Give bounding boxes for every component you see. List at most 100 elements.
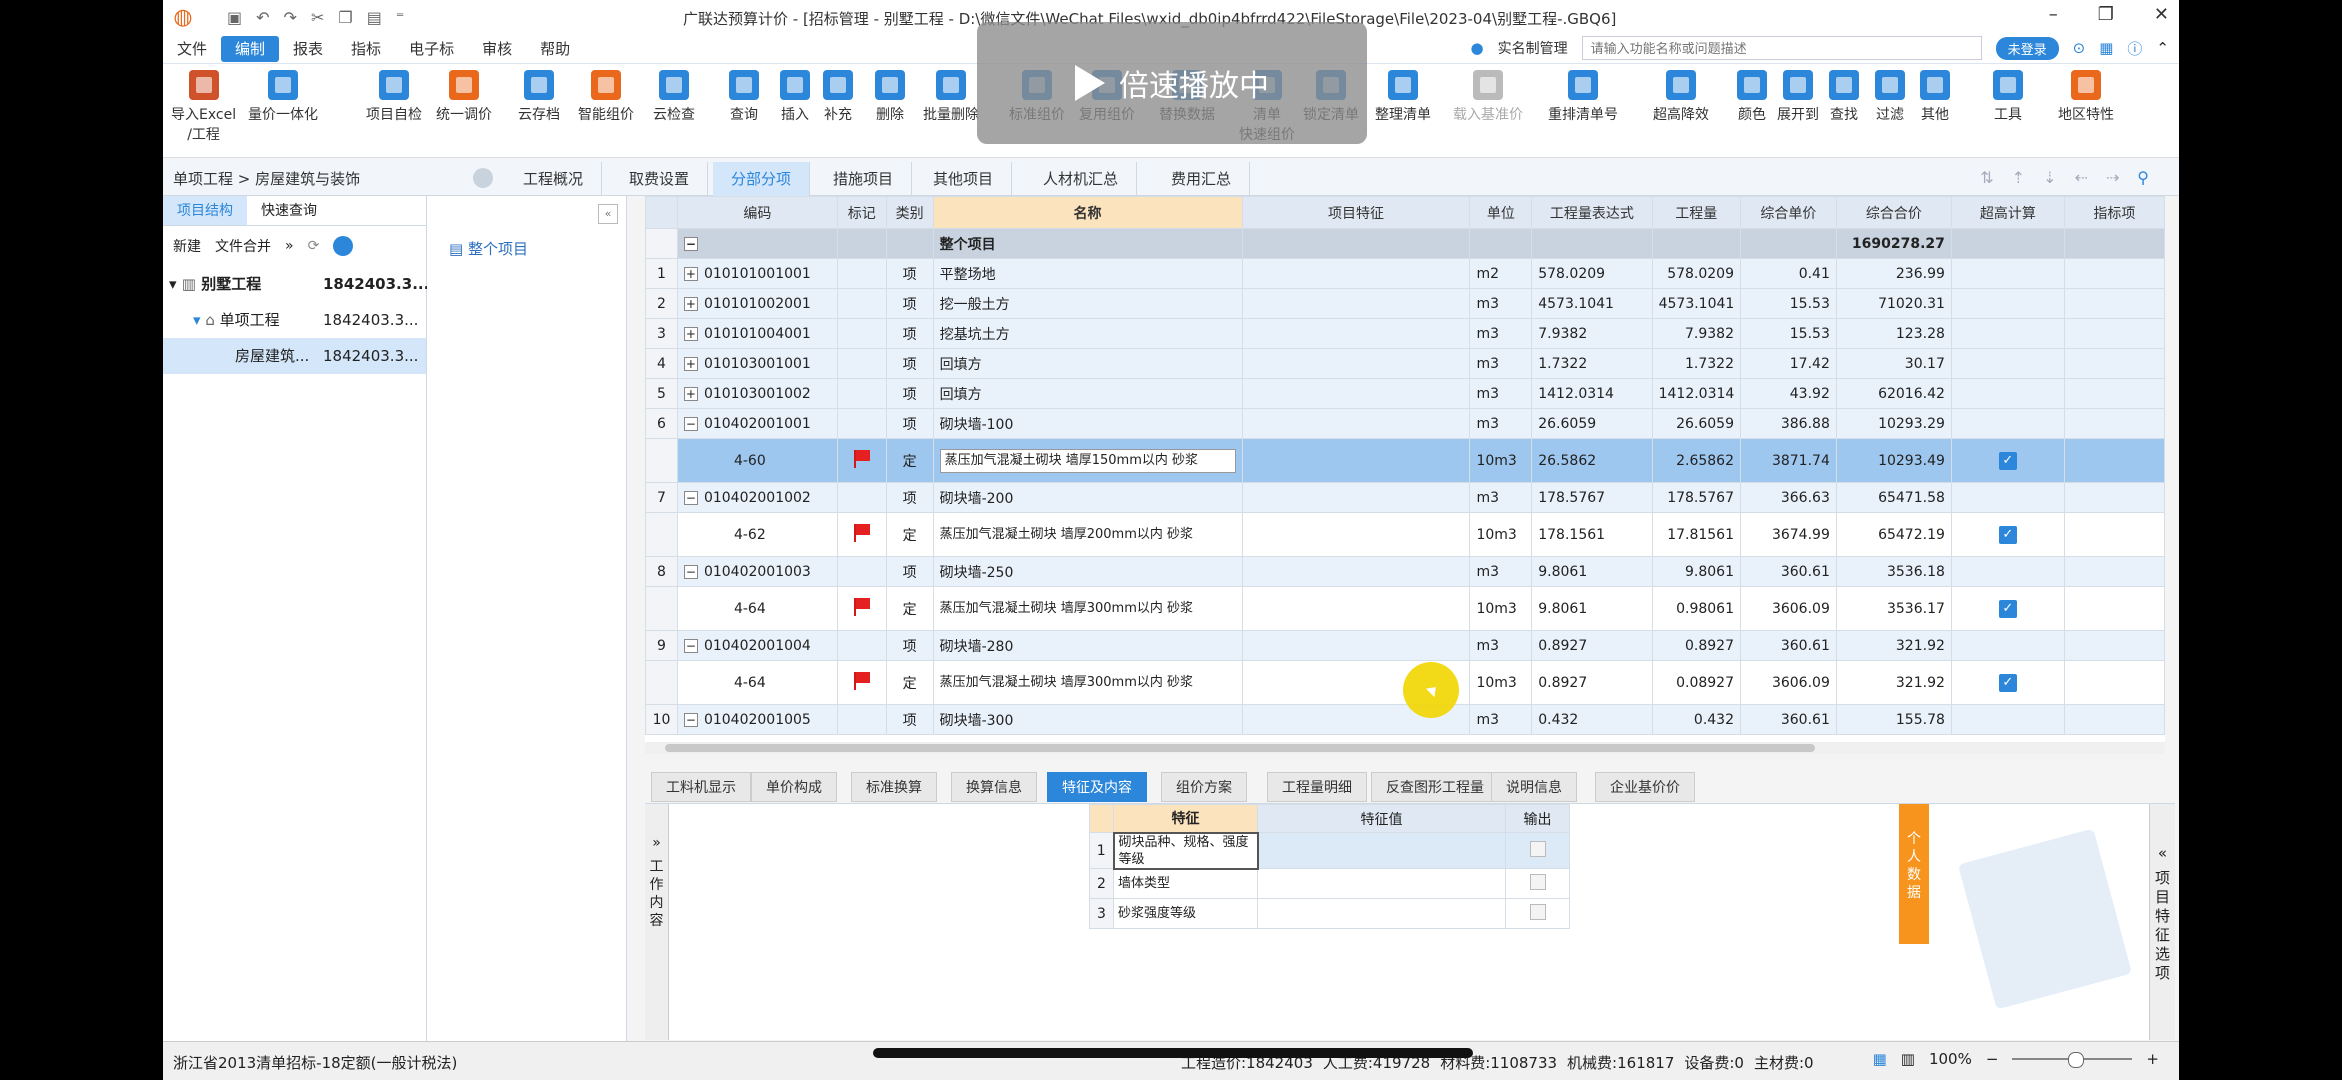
move-up-icon[interactable]: ⇡ [2012, 168, 2025, 187]
refresh-icon[interactable]: ⟳ [308, 238, 320, 254]
ribbon-button-8[interactable]: 插入 [780, 70, 810, 124]
ribbon-button-2[interactable]: 项目自检 [366, 70, 422, 124]
output-checkbox[interactable] [1529, 903, 1546, 920]
bottom-tab-7[interactable]: 反查图形工程量 [1371, 772, 1499, 802]
ribbon-button-19[interactable]: 重排清单号 [1548, 70, 1618, 124]
ribbon-button-9[interactable]: 补充 [823, 70, 853, 124]
red-flag-icon[interactable] [852, 597, 872, 616]
menu-item-3[interactable]: 指标 [337, 36, 395, 62]
red-flag-icon[interactable] [852, 523, 872, 542]
table-row-whole[interactable]: − 整个项目 1690278.27 [645, 228, 2165, 259]
collapse-icon[interactable]: − [683, 638, 698, 653]
collapse-icon[interactable]: − [683, 564, 698, 579]
page-tab-3[interactable]: 措施项目 [815, 162, 913, 196]
tree-node-single[interactable]: ▾ ⌂ 单项工程 1842403.3... [163, 302, 426, 338]
bottom-tab-1[interactable]: 单价构成 [751, 772, 837, 802]
zoom-in-icon[interactable]: + [2146, 1050, 2159, 1068]
cut-icon[interactable]: ✂ [311, 8, 324, 27]
collapse-icon[interactable]: − [683, 236, 698, 251]
login-button[interactable]: 未登录 [1995, 36, 2059, 60]
move-right-icon[interactable]: ⇢ [2106, 168, 2119, 187]
expand-icon[interactable]: + [683, 266, 698, 281]
feature-row[interactable]: 2 墙体类型 [1089, 868, 1570, 899]
personal-data-tab[interactable]: 个人数据 [1899, 804, 1929, 944]
column-header-11[interactable]: 指标项 [2063, 196, 2165, 229]
menu-item-2[interactable]: 报表 [279, 36, 337, 62]
column-header-5[interactable]: 单位 [1469, 196, 1533, 229]
info-icon[interactable]: ⓘ [2127, 38, 2142, 59]
output-checkbox[interactable] [1529, 873, 1546, 890]
tree-node-project[interactable]: ▾ ▥ 别墅工程 1842403.3... [163, 266, 429, 302]
bottom-tab-4[interactable]: 特征及内容 [1047, 772, 1147, 802]
super-high-checkbox[interactable]: ✓ [1998, 599, 2017, 618]
left-tab-0[interactable]: 项目结构 [163, 196, 247, 225]
undo-icon[interactable]: ↶ [256, 8, 269, 27]
menu-item-1[interactable]: 编制 [221, 35, 280, 62]
ribbon-button-0[interactable]: 导入Excel/工程 [171, 70, 236, 144]
collapse-icon[interactable]: « [2150, 844, 2175, 863]
ribbon-button-22[interactable]: 展开到 [1777, 70, 1819, 124]
column-header-0[interactable]: 编码 [676, 196, 838, 229]
ribbon-button-3[interactable]: 统一调价 [436, 70, 492, 124]
move-left-icon[interactable]: ⇠ [2074, 168, 2087, 187]
collapse-panel-icon[interactable]: « [598, 204, 618, 224]
page-tab-4[interactable]: 其他项目 [915, 162, 1013, 196]
table-row[interactable]: 1 +010101001001 项平整场地 m2 578.0209 578.0209 0.4… [645, 258, 2165, 289]
paste-icon[interactable]: ▤ [367, 8, 382, 27]
restore-icon[interactable]: ❐ [2098, 4, 2114, 25]
search-input[interactable] [1581, 36, 1982, 60]
scroll-thumb[interactable] [665, 744, 1815, 752]
more-button[interactable]: » [285, 238, 294, 254]
ribbon-button-1[interactable]: 量价一体化 [248, 70, 318, 124]
expand-icon[interactable]: + [683, 356, 698, 371]
page-tab-6[interactable]: 费用汇总 [1153, 162, 1251, 196]
table-row[interactable]: 6−010402001001 项砌块墙-100 m3 26.6059 26.6059 38… [645, 408, 2165, 439]
new-button[interactable]: 新建 [173, 236, 201, 256]
work-content-label[interactable]: » 工作内容 [645, 804, 669, 1040]
table-row[interactable]: 8−010402001003 项砌块墙-250 m3 9.8061 9.8061 360.… [645, 556, 2165, 587]
sort-icon[interactable]: ⇅ [1980, 168, 1993, 187]
menu-item-6[interactable]: 帮助 [526, 36, 584, 62]
grid-mode-icon[interactable]: ▥ [1901, 1050, 1915, 1068]
collapse-icon[interactable]: − [683, 712, 698, 727]
zoom-slider[interactable] [2012, 1052, 2133, 1068]
ribbon-button-18[interactable]: 载入基准价 [1453, 70, 1523, 124]
column-header-3[interactable]: 名称 [932, 196, 1243, 229]
expand-icon[interactable]: + [683, 386, 698, 401]
ribbon-button-27[interactable]: 地区特性 [2058, 70, 2114, 124]
ribbon-button-26[interactable]: 工具 [1993, 70, 2023, 124]
horizontal-scrollbar[interactable] [645, 742, 2165, 754]
minimize-icon[interactable]: – [2049, 4, 2058, 25]
bottom-tab-0[interactable]: 工料机显示 [651, 772, 751, 802]
column-header-6[interactable]: 工程量表达式 [1531, 196, 1653, 229]
save-icon[interactable]: ▣ [227, 8, 242, 27]
view-mode-icon[interactable]: ▦ [1873, 1050, 1887, 1068]
column-header-2[interactable]: 类别 [885, 196, 934, 229]
realname-link[interactable]: 实名制管理 [1498, 38, 1568, 58]
video-progress-bar[interactable] [873, 1048, 1473, 1058]
ribbon-button-21[interactable]: 颜色 [1737, 70, 1767, 124]
bottom-tab-8[interactable]: 说明信息 [1491, 772, 1577, 802]
add-circle-icon[interactable] [333, 236, 354, 256]
ribbon-button-5[interactable]: 智能组价 [578, 70, 634, 124]
breadcrumb[interactable]: 单项工程 > 房屋建筑与装饰 [173, 168, 360, 189]
feature-row[interactable]: 3 砂浆强度等级 [1089, 898, 1570, 929]
column-header-9[interactable]: 综合合价 [1835, 196, 1952, 229]
ribbon-button-23[interactable]: 查找 [1829, 70, 1859, 124]
expand-icon[interactable]: + [683, 326, 698, 341]
table-row[interactable]: 7−010402001002 项砌块墙-200 m3 178.5767 178.5767… [645, 482, 2165, 513]
column-header-4[interactable]: 项目特征 [1241, 196, 1471, 229]
ribbon-button-25[interactable]: 其他 [1920, 70, 1950, 124]
bottom-tab-3[interactable]: 换算信息 [951, 772, 1037, 802]
zoom-out-icon[interactable]: − [1986, 1050, 1999, 1068]
feature-row[interactable]: 1 砌块品种、规格、强度等级 [1089, 831, 1570, 870]
ribbon-button-4[interactable]: 云存档 [518, 70, 560, 124]
feature-options-tab[interactable]: « 项目特征选项 [2149, 804, 2175, 1040]
bottom-tab-6[interactable]: 工程量明细 [1267, 772, 1367, 802]
customize-icon[interactable]: ⁼ [396, 8, 404, 27]
collapse-icon[interactable]: − [683, 490, 698, 505]
bottom-tab-5[interactable]: 组价方案 [1161, 772, 1247, 802]
ribbon-button-6[interactable]: 云检查 [653, 70, 695, 124]
collapse-icon[interactable]: − [683, 416, 698, 431]
merge-file-button[interactable]: 文件合并 [215, 236, 271, 256]
